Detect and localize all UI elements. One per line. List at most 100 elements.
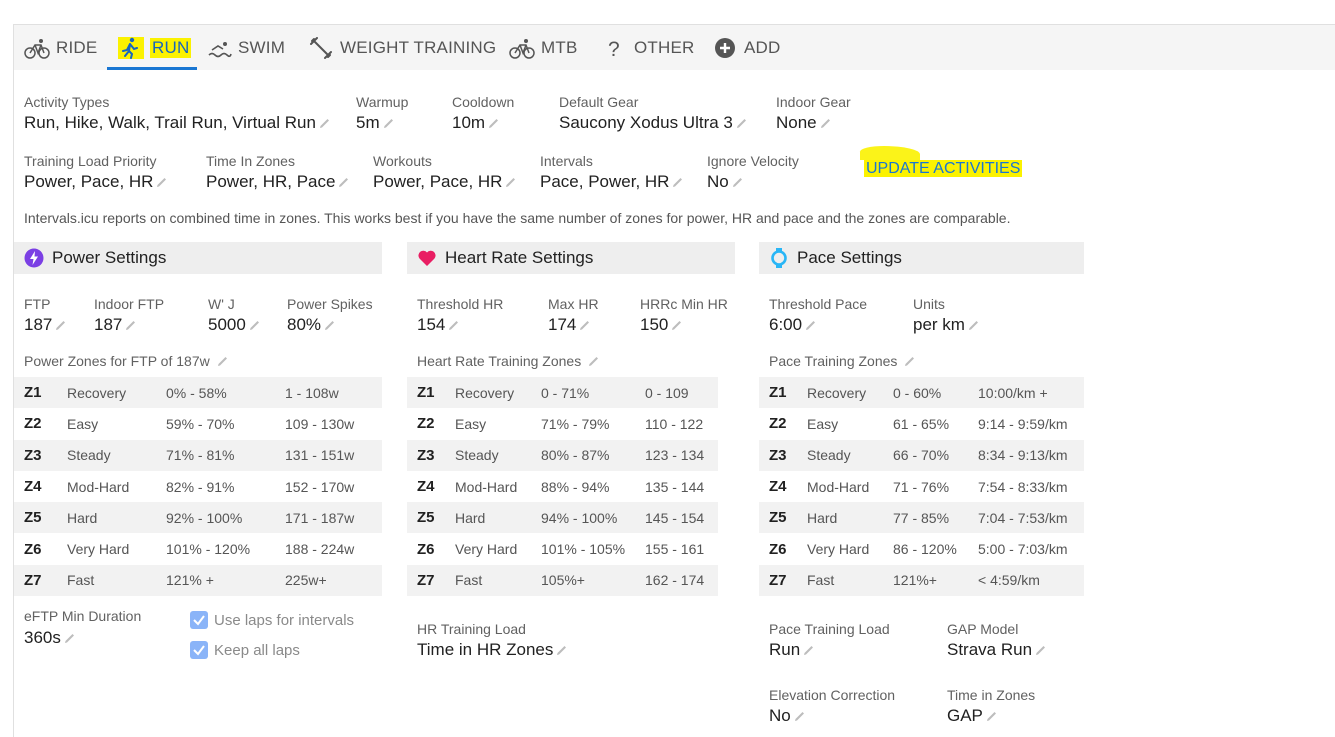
edit-icon[interactable] (587, 355, 600, 368)
pace-training-load-field[interactable]: Run (769, 640, 815, 660)
elevation-correction-field[interactable]: No (769, 706, 806, 726)
pace-time-in-zones-field[interactable]: GAP (947, 706, 998, 726)
table-row: Z2 Easy 59% - 70% 109 - 130w (14, 408, 382, 439)
indoor-gear-field[interactable]: None (776, 113, 832, 133)
zone-id: Z4 (769, 478, 787, 496)
edit-icon[interactable] (487, 117, 500, 130)
edit-icon[interactable] (793, 710, 806, 723)
indoor-ftp-label: Indoor FTP (94, 296, 165, 312)
time-in-zones-field[interactable]: Power, HR, Pace (206, 172, 350, 192)
hr-zones-title-text: Heart Rate Training Zones (417, 353, 582, 369)
table-row: Z1 Recovery 0% - 58% 1 - 108w (14, 377, 382, 409)
update-activities-button[interactable]: UPDATE ACTIVITIES (864, 160, 1023, 178)
table-row: Z3 Steady 66 - 70% 8:34 - 9:13/km (759, 439, 1084, 471)
cooldown-field[interactable]: 10m (452, 113, 500, 133)
zone-pct: 71% - 81% (166, 447, 235, 464)
swim-icon (208, 41, 232, 57)
zone-name: Mod-Hard (455, 478, 518, 495)
tab-run[interactable]: RUN (118, 25, 192, 70)
workouts-field[interactable]: Power, Pace, HR (373, 172, 517, 192)
tab-other[interactable]: ? OTHER (602, 25, 695, 70)
edit-icon[interactable] (819, 117, 832, 130)
edit-icon[interactable] (124, 319, 137, 332)
edit-icon[interactable] (555, 644, 568, 657)
use-laps-checkbox[interactable]: Use laps for intervals (190, 611, 354, 629)
hrrc-min-hr-field[interactable]: 150 (640, 315, 683, 335)
hr-training-load-field[interactable]: Time in HR Zones (417, 640, 568, 660)
table-row: Z2 Easy 71% - 79% 110 - 122 (407, 408, 718, 439)
hr-zones-title[interactable]: Heart Rate Training Zones (417, 353, 600, 369)
power-zones-title[interactable]: Power Zones for FTP of 187w (24, 353, 229, 369)
edit-icon[interactable] (670, 319, 683, 332)
edit-icon[interactable] (216, 355, 229, 368)
power-zones-title-text: Power Zones for FTP of 187w (24, 353, 210, 369)
max-hr-field[interactable]: 174 (548, 315, 591, 335)
edit-icon[interactable] (671, 176, 684, 189)
edit-icon[interactable] (155, 176, 168, 189)
edit-icon[interactable] (248, 319, 261, 332)
zone-range: 145 - 154 (645, 509, 705, 526)
edit-icon[interactable] (337, 176, 350, 189)
tab-mtb[interactable]: MTB (509, 25, 577, 70)
pace-zones-title[interactable]: Pace Training Zones (769, 353, 916, 369)
pace-zones-table: Z1 Recovery 0 - 60% 10:00/km + Z2 Easy 61 - 6… (759, 377, 1084, 597)
zone-range: 225w+ (285, 572, 327, 589)
power-spikes-field[interactable]: 80% (287, 315, 336, 335)
wj-field[interactable]: 5000 (208, 315, 261, 335)
keep-all-laps-label: Keep all laps (214, 641, 300, 659)
threshold-pace-field[interactable]: 6:00 (769, 315, 817, 335)
edit-icon[interactable] (802, 644, 815, 657)
edit-icon[interactable] (382, 117, 395, 130)
keep-all-laps-checkbox[interactable]: Keep all laps (190, 641, 300, 659)
ftp-field[interactable]: 187 (24, 315, 67, 335)
edit-icon[interactable] (1034, 644, 1047, 657)
tab-ride[interactable]: RIDE (24, 25, 97, 70)
warmup-field[interactable]: 5m (356, 113, 395, 133)
tab-weight-training[interactable]: WEIGHT TRAINING (308, 25, 496, 70)
edit-icon[interactable] (903, 355, 916, 368)
wj-value: 5000 (208, 315, 246, 334)
edit-icon[interactable] (54, 319, 67, 332)
table-row: Z5 Hard 77 - 85% 7:04 - 7:53/km (759, 502, 1084, 534)
threshold-hr-field[interactable]: 154 (417, 315, 460, 335)
zone-id: Z6 (769, 540, 787, 558)
gap-model-field[interactable]: Strava Run (947, 640, 1047, 660)
edit-icon[interactable] (447, 319, 460, 332)
edit-icon[interactable] (318, 117, 331, 130)
tab-add[interactable]: ADD (712, 25, 781, 70)
zone-name: Recovery (455, 384, 515, 401)
zone-range: 7:54 - 8:33/km (978, 478, 1068, 495)
zone-range: 5:00 - 7:03/km (978, 541, 1068, 558)
indoor-ftp-field[interactable]: 187 (94, 315, 137, 335)
edit-icon[interactable] (504, 176, 517, 189)
tab-swim[interactable]: SWIM (206, 25, 285, 70)
training-load-priority-field[interactable]: Power, Pace, HR (24, 172, 168, 192)
edit-icon[interactable] (804, 319, 817, 332)
edit-icon[interactable] (735, 117, 748, 130)
default-gear-field[interactable]: Saucony Xodus Ultra 3 (559, 113, 748, 133)
activity-types-field[interactable]: Run, Hike, Walk, Trail Run, Virtual Run (24, 113, 331, 133)
intervals-field[interactable]: Pace, Power, HR (540, 172, 684, 192)
table-row: Z3 Steady 80% - 87% 123 - 134 (407, 439, 718, 471)
edit-icon[interactable] (578, 319, 591, 332)
zone-id: Z5 (417, 509, 435, 527)
eftp-min-duration-value: 360s (24, 628, 61, 647)
zone-name: Easy (807, 415, 839, 432)
time-in-zones-label: Time In Zones (206, 153, 295, 169)
indoor-ftp-value: 187 (94, 315, 123, 334)
edit-icon[interactable] (63, 632, 76, 645)
eftp-min-duration-field[interactable]: 360s (24, 628, 76, 648)
edit-icon[interactable] (967, 319, 980, 332)
edit-icon[interactable] (985, 710, 998, 723)
edit-icon[interactable] (323, 319, 336, 332)
ignore-velocity-field[interactable]: No (707, 172, 744, 192)
hr-training-load-value: Time in HR Zones (417, 640, 554, 659)
threshold-pace-label: Threshold Pace (769, 296, 868, 312)
zone-pct: 0 - 71% (541, 384, 590, 401)
edit-icon[interactable] (731, 176, 744, 189)
zone-pct: 61 - 65% (893, 415, 950, 432)
zone-id: Z4 (24, 478, 42, 496)
max-hr-value: 174 (548, 315, 577, 334)
zone-range: 123 - 134 (645, 447, 705, 464)
units-field[interactable]: per km (913, 315, 980, 335)
